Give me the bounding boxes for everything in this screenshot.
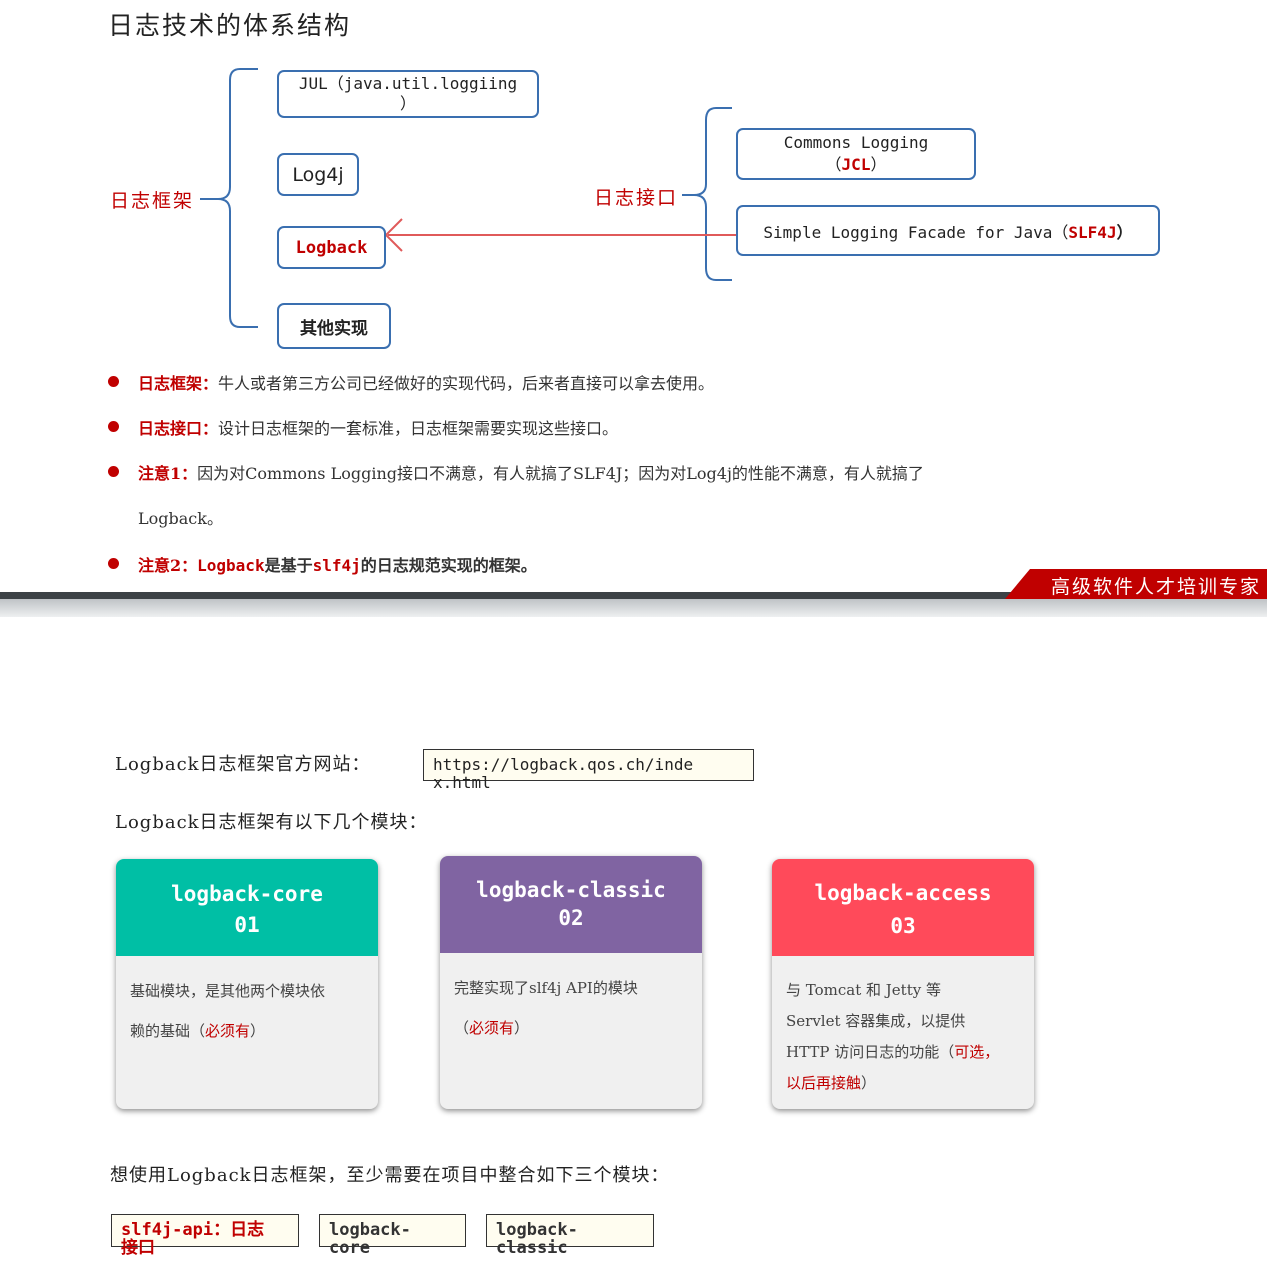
bullet-text: 因为对Commons Logging接口不满意，有人就搞了SLF4J；因为对Lo… [197,464,924,483]
module-name: logback-classic [476,878,666,902]
bullet-text: 牛人或者第三方公司已经做好的实现代码，后来者直接可以拿去使用。 [218,374,715,393]
module-desc: 完整实现了slf4j API的模块 （必须有） [454,979,638,1037]
bullet-dot [108,376,119,387]
framework-brace [200,68,258,328]
slf4j-text: Simple Logging Facade for Java（SLF4J） [763,222,1133,242]
module-desc: 与 Tomcat 和 Jetty 等 Servlet 容器集成，以提供 HTTP… [786,981,1000,1092]
framework-label: 日志框架 [110,190,195,212]
module-card-header: logback-core 01 [116,859,378,956]
module-name: logback-core [171,882,323,906]
bullet-label: 日志接口： [138,419,219,438]
jul-box: JUL（java.util.loggiing ） [277,70,539,118]
bullet-label: 注意2： [138,556,198,575]
required-module-core: logback- core [319,1214,466,1257]
bullet-text-cont: Logback。 [138,509,223,528]
site-url-line2: x.html [433,773,491,792]
module-card-core: logback-core 01 基础模块，是其他两个模块依 赖的基础（必须有） [116,859,378,1109]
other-impl-label: 其他实现 [300,318,368,339]
jcl-box: Commons Logging （JCL） [736,128,976,180]
architecture-diagram [200,68,736,328]
jcl-line1: Commons Logging [783,133,929,152]
module-card-header: logback-classic 02 [440,856,702,953]
integrate-heading: 想使用Logback日志框架，至少需要在项目中整合如下三个模块： [110,1165,670,1186]
slide-divider-shadow [0,599,1267,617]
site-url-box[interactable]: https://logback.qos.ch/inde x.html [423,749,754,791]
module-number: 02 [558,906,584,930]
bullet-dot [108,466,119,477]
jul-label-close: ） [399,94,416,113]
module-card-header: logback-access 03 [772,859,1034,956]
bullet-label: 注意1： [138,464,198,483]
interface-brace [682,107,732,281]
required-module-slf4j: slf4j-api：日志 接口 [111,1214,299,1257]
site-label: Logback日志框架官方网站： [115,754,371,775]
bullet-text: 设计日志框架的一套标准，日志框架需要实现这些接口。 [218,419,619,438]
slf4j-box: Simple Logging Facade for Java（SLF4J） [736,205,1160,256]
module-card-access: logback-access 03 与 Tomcat 和 Jetty 等 Ser… [772,859,1034,1109]
bullet-label: 日志框架： [138,374,219,393]
module-number: 01 [234,913,260,937]
interface-label: 日志接口 [594,187,679,209]
bullet-dot [108,558,119,569]
modules-heading: Logback日志框架有以下几个模块： [115,812,428,833]
brand-banner-text: 高级软件人才培训专家 [1050,576,1261,598]
log4j-box: Log4j [277,153,359,196]
site-url-line1: https://logback.qos.ch/inde [433,755,694,774]
other-impl-box: 其他实现 [277,303,391,349]
module-card-classic: logback-classic 02 完整实现了slf4j API的模块 （必须… [440,856,702,1109]
logback-box: Logback [277,226,386,269]
module-number: 03 [890,914,916,938]
brand-banner: 高级软件人才培训专家 [1005,569,1267,599]
logback-label: Logback [295,237,368,258]
slf4j-abbr: SLF4J [1068,222,1117,242]
bullet-dot [108,421,119,432]
jcl-abbr: JCL [841,155,871,174]
log4j-label: Log4j [292,163,344,186]
module-name: logback-access [814,881,992,905]
jcl-line2: （JCL） [825,155,887,174]
module-desc: 基础模块，是其他两个模块依 赖的基础（必须有） [130,982,326,1040]
required-module-classic: logback- classic [486,1214,654,1257]
jul-label: JUL（java.util.loggiing [298,74,518,93]
